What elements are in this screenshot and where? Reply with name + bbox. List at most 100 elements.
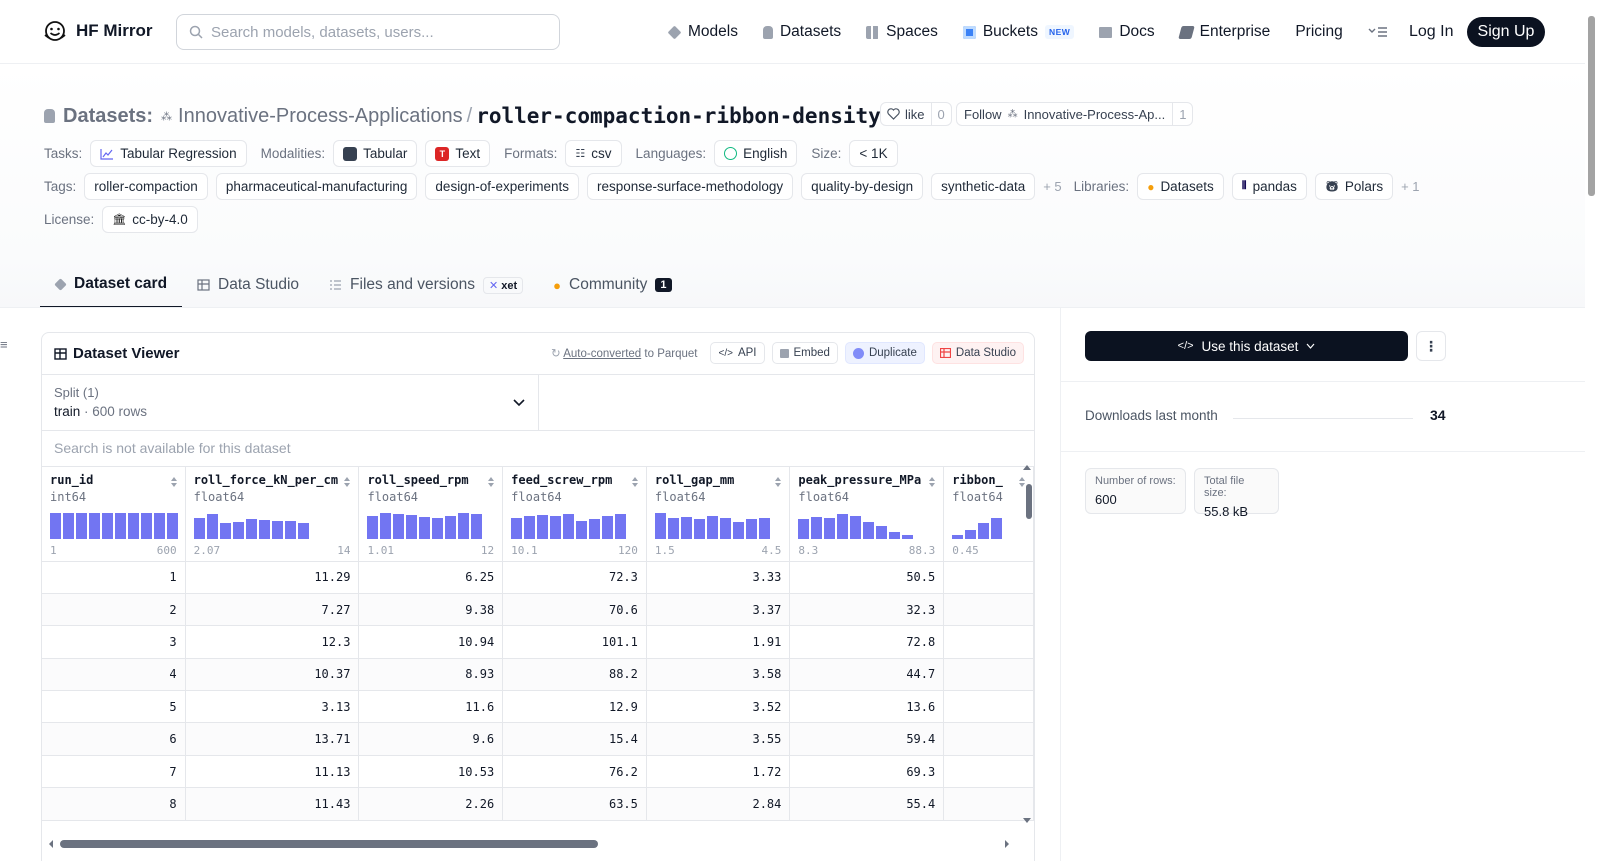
- table-cell[interactable]: 44.7: [789, 658, 945, 692]
- table-horizontal-scroll-thumb[interactable]: [60, 840, 598, 848]
- table-cell[interactable]: 7.27: [185, 593, 360, 627]
- histogram-bar[interactable]: [719, 517, 731, 539]
- histogram-bar[interactable]: [824, 517, 836, 539]
- table-cell[interactable]: 11.29: [185, 561, 360, 594]
- table-cell[interactable]: 59.4: [789, 722, 945, 756]
- table-cell[interactable]: [943, 755, 1034, 789]
- table-cell[interactable]: 11.6: [358, 690, 504, 724]
- histogram-bar[interactable]: [991, 517, 1003, 539]
- follow-button[interactable]: Follow ⁂ Innovative-Process-Ap... 1: [956, 102, 1194, 126]
- split-selector[interactable]: Split (1) train · 600 rows: [42, 375, 539, 431]
- histogram-bar[interactable]: [837, 513, 849, 539]
- column-header[interactable]: run_id int64 1 600: [42, 467, 186, 562]
- histogram-bar[interactable]: [432, 517, 444, 539]
- table-cell[interactable]: 63.5: [502, 787, 647, 821]
- histogram-bar[interactable]: [219, 522, 231, 539]
- table-cell[interactable]: 8.93: [358, 658, 504, 692]
- histogram-bar[interactable]: [978, 522, 990, 539]
- histogram-bar[interactable]: [206, 513, 218, 539]
- nav-more[interactable]: [1368, 26, 1388, 38]
- sort-icon[interactable]: [631, 476, 639, 488]
- tag-chip[interactable]: design-of-experiments: [425, 173, 579, 200]
- column-header[interactable]: peak_pressure_MPa float64 8.3 88.3: [789, 467, 945, 562]
- table-cell[interactable]: 70.6: [502, 593, 647, 627]
- license-chip[interactable]: 🏛︎ cc-by-4.0: [102, 206, 198, 233]
- table-cell[interactable]: 32.3: [789, 593, 945, 627]
- nav-models[interactable]: Models: [667, 23, 738, 41]
- histogram-bar[interactable]: [745, 518, 757, 539]
- histogram-bar[interactable]: [89, 512, 100, 539]
- table-cell[interactable]: 9.6: [358, 722, 504, 756]
- sort-icon[interactable]: [343, 476, 351, 488]
- histogram-bar[interactable]: [115, 512, 126, 539]
- histogram-bar[interactable]: [550, 515, 562, 539]
- task-chip[interactable]: Tabular Regression: [90, 140, 247, 167]
- table-vertical-scroll-thumb[interactable]: [1026, 484, 1032, 519]
- tag-chip[interactable]: roller-compaction: [84, 173, 208, 200]
- table-cell[interactable]: 2: [42, 593, 186, 627]
- dataset-name[interactable]: roller-compaction-ribbon-density: [476, 104, 881, 128]
- column-header[interactable]: roll_force_kN_per_cm float64 2.07 14: [185, 467, 360, 562]
- table-cell[interactable]: [943, 690, 1034, 724]
- histogram-bar[interactable]: [258, 519, 270, 539]
- api-button[interactable]: </> API: [710, 342, 765, 364]
- brand-logo[interactable]: HF Mirror: [42, 18, 153, 44]
- table-cell[interactable]: 10.37: [185, 658, 360, 692]
- table-cell[interactable]: 3.37: [646, 593, 791, 627]
- histogram-bar[interactable]: [154, 512, 165, 539]
- histogram-bar[interactable]: [102, 512, 113, 539]
- login-link[interactable]: Log In: [1409, 23, 1453, 41]
- table-cell[interactable]: 7: [42, 755, 186, 789]
- table-row[interactable]: 6 13.71 9.6 15.4 3.55 59.4: [42, 722, 1034, 756]
- histogram-bar[interactable]: [63, 512, 74, 539]
- table-cell[interactable]: 3.33: [646, 561, 791, 594]
- histogram-bar[interactable]: [367, 515, 379, 539]
- table-cell[interactable]: 1.91: [646, 625, 791, 659]
- format-chip[interactable]: ☷ csv: [565, 140, 622, 167]
- histogram-bar[interactable]: [245, 518, 257, 539]
- table-cell[interactable]: 1: [42, 561, 186, 594]
- table-row[interactable]: 8 11.43 2.26 63.5 2.84 55.4: [42, 787, 1034, 821]
- signup-button[interactable]: Sign Up: [1467, 17, 1545, 47]
- table-cell[interactable]: [943, 658, 1034, 692]
- histogram-bar[interactable]: [524, 515, 536, 539]
- tag-chip[interactable]: quality-by-design: [801, 173, 924, 200]
- table-cell[interactable]: 6.25: [358, 561, 504, 594]
- histogram-bar[interactable]: [563, 513, 575, 539]
- histogram-bar[interactable]: [798, 518, 810, 539]
- histogram-bar[interactable]: [393, 513, 405, 539]
- histogram-bar[interactable]: [902, 534, 914, 539]
- histogram-bar[interactable]: [811, 516, 823, 539]
- table-cell[interactable]: [943, 722, 1034, 756]
- table-cell[interactable]: 15.4: [502, 722, 647, 756]
- table-cell[interactable]: 88.2: [502, 658, 647, 692]
- table-cell[interactable]: 69.3: [789, 755, 945, 789]
- tab-files-versions[interactable]: Files and versions ✕ xet: [314, 262, 538, 308]
- tag-chip[interactable]: synthetic-data: [931, 173, 1036, 200]
- table-cell[interactable]: [943, 787, 1034, 821]
- histogram-bar[interactable]: [128, 512, 139, 539]
- library-chip-polars[interactable]: 🐻︎ Polars: [1314, 173, 1394, 200]
- nav-spaces[interactable]: Spaces: [866, 23, 938, 41]
- tags-more[interactable]: + 5: [1043, 179, 1061, 194]
- table-cell[interactable]: 3.55: [646, 722, 791, 756]
- data-studio-button[interactable]: Data Studio: [931, 342, 1024, 364]
- histogram-bar[interactable]: [380, 512, 392, 539]
- sort-icon[interactable]: [928, 476, 936, 488]
- modality-chip-tabular[interactable]: Tabular: [333, 140, 418, 167]
- table-cell[interactable]: 13.71: [185, 722, 360, 756]
- sort-icon[interactable]: [487, 476, 495, 488]
- histogram-bar[interactable]: [680, 516, 692, 539]
- histogram-bar[interactable]: [654, 512, 666, 539]
- toc-toggle-icon[interactable]: ≡: [0, 337, 8, 352]
- table-cell[interactable]: 11.13: [185, 755, 360, 789]
- column-header[interactable]: feed_screw_rpm float64 10.1 120: [502, 467, 647, 562]
- histogram-bar[interactable]: [863, 521, 875, 539]
- histogram-bar[interactable]: [193, 517, 205, 539]
- tab-community[interactable]: ● Community 1: [538, 262, 686, 308]
- histogram-bar[interactable]: [284, 520, 296, 539]
- histogram-bar[interactable]: [445, 515, 457, 539]
- histogram-bar[interactable]: [965, 529, 977, 539]
- nav-enterprise[interactable]: Enterprise: [1177, 23, 1270, 41]
- table-cell[interactable]: 3.52: [646, 690, 791, 724]
